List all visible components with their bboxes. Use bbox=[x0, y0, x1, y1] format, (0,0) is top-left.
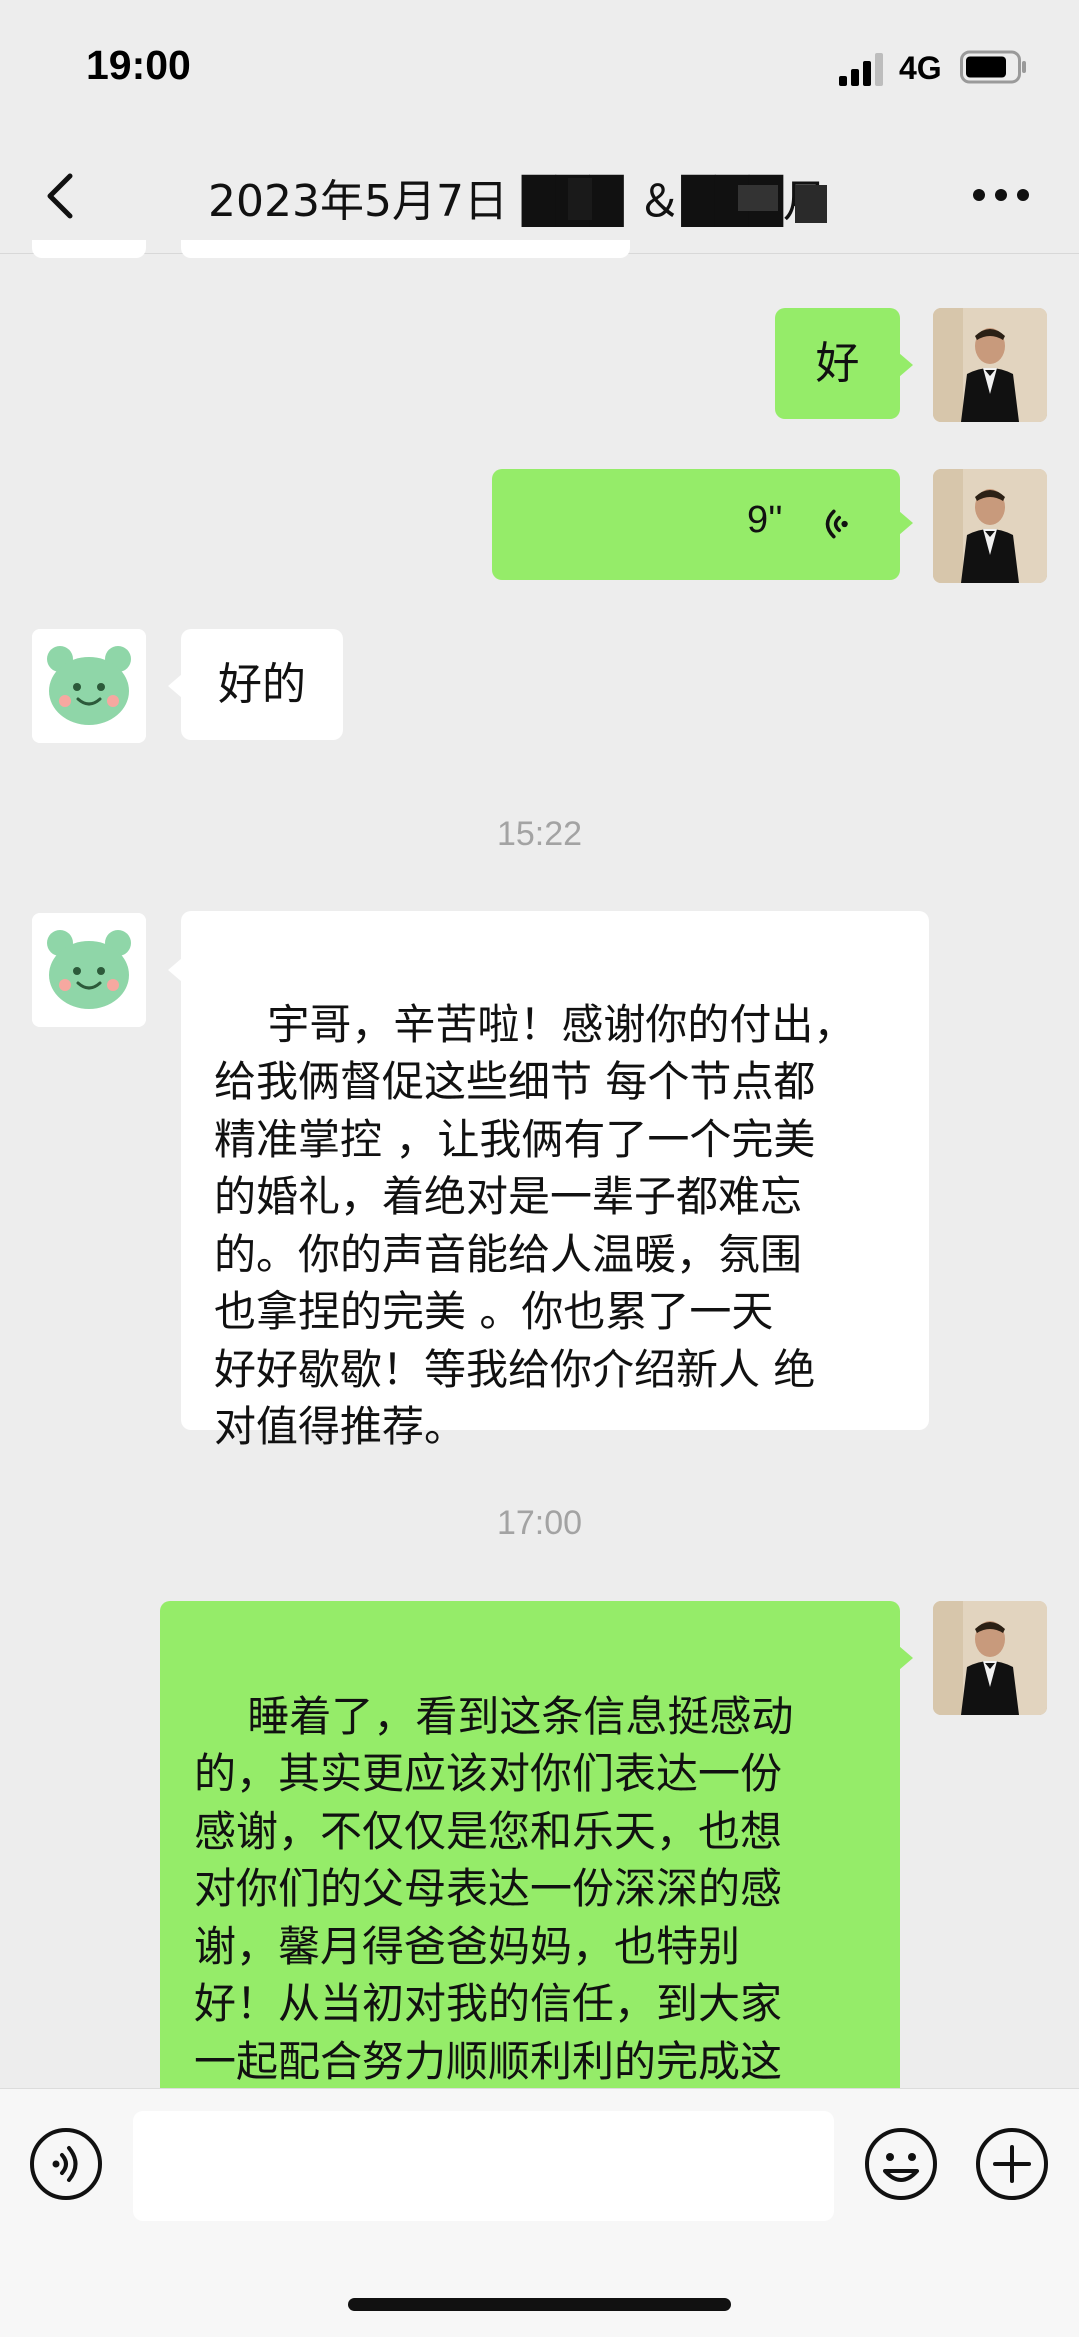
my-avatar[interactable] bbox=[933, 469, 1047, 583]
redaction-mark bbox=[568, 178, 592, 220]
bubble-tail bbox=[899, 511, 913, 535]
message-bubble-received[interactable]: 宇哥，辛苦啦！感谢你的付出， 给我俩督促这些细节 每个节点都 精准掌控 ，让我俩… bbox=[181, 911, 929, 1451]
bubble-tail bbox=[168, 674, 182, 698]
message-input[interactable] bbox=[133, 2111, 834, 2221]
cartoon-face-icon bbox=[32, 913, 146, 1027]
chat-screen: 19:00 4G 2023年5月7日 ███ ＆███月 好 9'' 好的 15… bbox=[0, 0, 1079, 2337]
status-time: 19:00 bbox=[86, 42, 191, 88]
voice-message-bubble[interactable]: 9'' bbox=[492, 469, 900, 580]
chevron-left-icon[interactable] bbox=[40, 168, 80, 224]
message-timestamp: 15:22 bbox=[496, 815, 583, 853]
cut-off-bubble bbox=[181, 240, 630, 258]
message-bubble-received[interactable]: 好的 bbox=[181, 629, 343, 740]
voice-duration: 9'' bbox=[747, 499, 783, 541]
message-text: 睡着了，看到这条信息挺感动 的，其实更应该对你们表达一份 感谢，不仅仅是您和乐天… bbox=[194, 1691, 794, 2144]
person-in-tuxedo-icon bbox=[933, 308, 1047, 422]
emoji-icon[interactable] bbox=[864, 2127, 938, 2201]
message-bubble-sent[interactable]: 好 bbox=[775, 308, 900, 419]
message-bubble-sent[interactable]: 睡着了，看到这条信息挺感动 的，其实更应该对你们表达一份 感谢，不仅仅是您和乐天… bbox=[160, 1601, 900, 2143]
more-dots-icon[interactable] bbox=[972, 187, 1030, 203]
message-text: 好 bbox=[815, 338, 860, 389]
bubble-tail bbox=[899, 353, 913, 377]
status-bar: 19:00 4G bbox=[0, 0, 1079, 135]
redaction-mark bbox=[795, 185, 827, 223]
friend-avatar[interactable] bbox=[32, 629, 146, 743]
battery-icon bbox=[960, 50, 1026, 84]
cartoon-face-icon bbox=[32, 629, 146, 743]
bubble-tail bbox=[168, 958, 182, 982]
plus-icon[interactable] bbox=[975, 2127, 1049, 2201]
chat-title: 2023年5月7日 ███ ＆███月 bbox=[208, 176, 827, 227]
my-avatar[interactable] bbox=[933, 1601, 1047, 1715]
message-text: 好的 bbox=[218, 659, 306, 710]
signal-icon bbox=[839, 53, 883, 86]
person-in-tuxedo-icon bbox=[933, 469, 1047, 583]
person-in-tuxedo-icon bbox=[933, 1601, 1047, 1715]
home-indicator[interactable] bbox=[348, 2298, 731, 2311]
my-avatar[interactable] bbox=[933, 308, 1047, 422]
network-label: 4G bbox=[899, 50, 942, 86]
message-timestamp: 17:00 bbox=[496, 1504, 583, 1542]
voice-wave-icon bbox=[825, 509, 848, 539]
voice-input-icon[interactable] bbox=[29, 2127, 103, 2201]
cut-off-bubble bbox=[32, 240, 146, 258]
nav-bar: 2023年5月7日 ███ ＆███月 bbox=[0, 135, 1079, 254]
friend-avatar[interactable] bbox=[32, 913, 146, 1027]
bubble-tail bbox=[899, 1646, 913, 1670]
redaction-mark bbox=[738, 185, 778, 211]
message-text: 宇哥，辛苦啦！感谢你的付出， 给我俩督促这些细节 每个节点都 精准掌控 ，让我俩… bbox=[214, 999, 856, 1452]
